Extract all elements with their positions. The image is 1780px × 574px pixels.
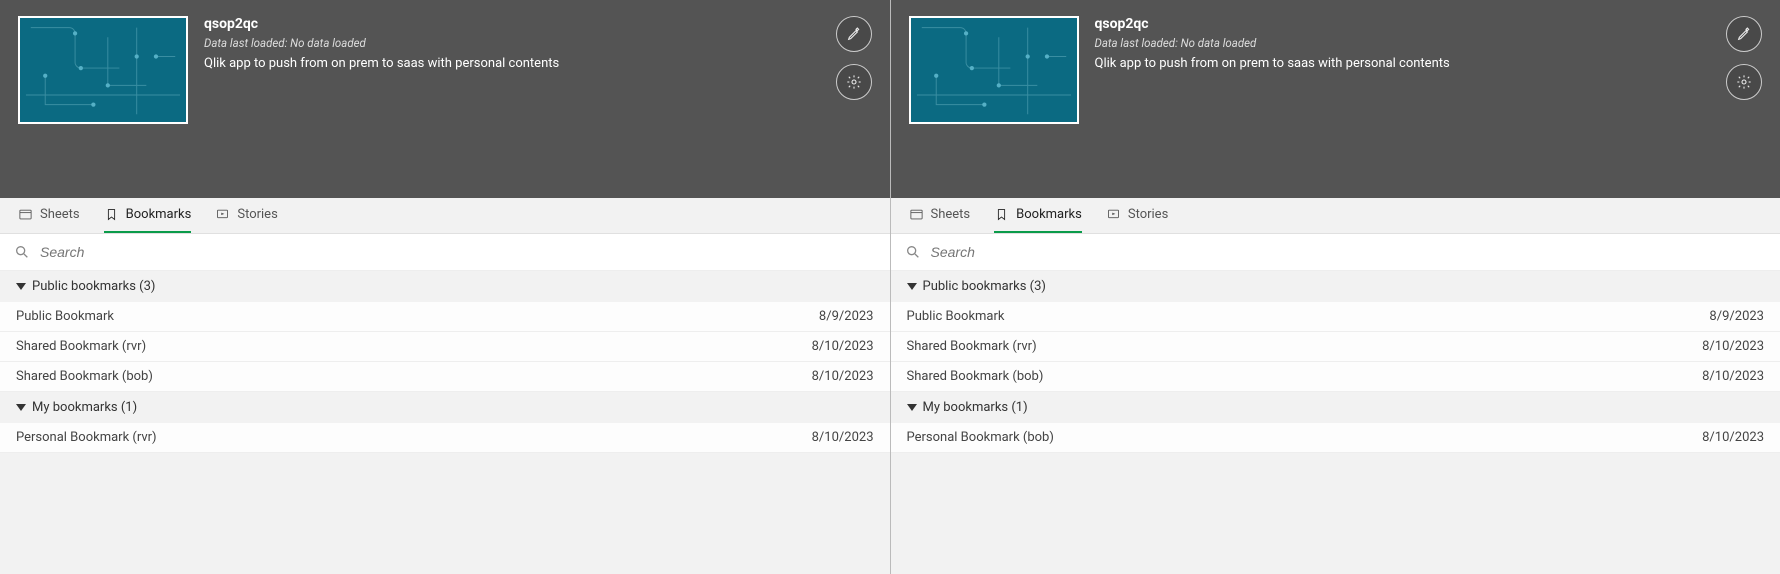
search-input[interactable] — [931, 244, 1767, 260]
bookmark-icon — [994, 207, 1009, 222]
bookmark-list: Public bookmarks (3) Public Bookmark 8/9… — [0, 271, 890, 574]
section-my-bookmarks[interactable]: My bookmarks (1) — [0, 392, 890, 423]
search-bar — [0, 234, 890, 271]
data-loaded-status: Data last loaded: No data loaded — [1095, 36, 1711, 50]
bookmark-date: 8/10/2023 — [812, 369, 874, 384]
bookmark-row[interactable]: Shared Bookmark (bob) 8/10/2023 — [891, 362, 1780, 392]
chevron-down-icon — [907, 283, 917, 290]
tab-label: Bookmarks — [126, 207, 192, 222]
pencil-icon — [1736, 26, 1752, 42]
tab-bookmarks[interactable]: Bookmarks — [104, 198, 192, 233]
bookmark-icon — [104, 207, 119, 222]
tab-stories[interactable]: Stories — [215, 198, 277, 233]
app-thumbnail — [909, 16, 1079, 124]
tab-bar: Sheets Bookmarks Stories — [0, 198, 890, 234]
header-actions — [1726, 16, 1762, 182]
search-icon — [14, 244, 30, 260]
app-meta: qsop2qc Data last loaded: No data loaded… — [204, 16, 820, 182]
bookmark-date: 8/10/2023 — [812, 430, 874, 445]
bookmark-date: 8/10/2023 — [1702, 369, 1764, 384]
stories-icon — [215, 207, 230, 222]
data-loaded-status: Data last loaded: No data loaded — [204, 36, 820, 50]
chevron-down-icon — [16, 404, 26, 411]
app-header: qsop2qc Data last loaded: No data loaded… — [891, 0, 1780, 198]
bookmark-name: Public Bookmark — [16, 309, 114, 324]
tab-label: Sheets — [40, 207, 80, 222]
tab-stories[interactable]: Stories — [1106, 198, 1168, 233]
bookmark-name: Personal Bookmark (bob) — [907, 430, 1054, 445]
app-title: qsop2qc — [204, 16, 820, 32]
bookmark-row[interactable]: Public Bookmark 8/9/2023 — [0, 302, 890, 332]
bookmark-list: Public bookmarks (3) Public Bookmark 8/9… — [891, 271, 1780, 574]
stories-icon — [1106, 207, 1121, 222]
tab-label: Bookmarks — [1016, 207, 1082, 222]
thumbnail-graphic — [911, 18, 1077, 122]
section-my-bookmarks[interactable]: My bookmarks (1) — [891, 392, 1780, 423]
app-title: qsop2qc — [1095, 16, 1711, 32]
bookmark-name: Public Bookmark — [907, 309, 1005, 324]
tab-label: Stories — [1128, 207, 1168, 222]
app-header: qsop2qc Data last loaded: No data loaded… — [0, 0, 890, 198]
section-public-bookmarks[interactable]: Public bookmarks (3) — [0, 271, 890, 302]
chevron-down-icon — [16, 283, 26, 290]
bookmark-row[interactable]: Personal Bookmark (rvr) 8/10/2023 — [0, 423, 890, 453]
bookmark-row[interactable]: Shared Bookmark (rvr) 8/10/2023 — [891, 332, 1780, 362]
app-description: Qlik app to push from on prem to saas wi… — [204, 56, 820, 71]
bookmark-date: 8/9/2023 — [819, 309, 874, 324]
panel-right: qsop2qc Data last loaded: No data loaded… — [890, 0, 1780, 574]
edit-button[interactable] — [1726, 16, 1762, 52]
bookmark-row[interactable]: Shared Bookmark (bob) 8/10/2023 — [0, 362, 890, 392]
bookmark-name: Shared Bookmark (rvr) — [16, 339, 146, 354]
app-description: Qlik app to push from on prem to saas wi… — [1095, 56, 1711, 71]
search-bar — [891, 234, 1780, 271]
bookmark-date: 8/9/2023 — [1709, 309, 1764, 324]
bookmark-name: Personal Bookmark (rvr) — [16, 430, 157, 445]
panel-left: qsop2qc Data last loaded: No data loaded… — [0, 0, 890, 574]
bookmark-name: Shared Bookmark (rvr) — [907, 339, 1037, 354]
section-label: My bookmarks (1) — [32, 400, 137, 415]
settings-button[interactable] — [1726, 64, 1762, 100]
header-actions — [836, 16, 872, 182]
thumbnail-graphic — [20, 18, 186, 122]
section-label: My bookmarks (1) — [923, 400, 1028, 415]
tab-sheets[interactable]: Sheets — [909, 198, 971, 233]
section-label: Public bookmarks (3) — [32, 279, 155, 294]
tab-label: Stories — [237, 207, 277, 222]
sheets-icon — [909, 207, 924, 222]
bookmark-date: 8/10/2023 — [812, 339, 874, 354]
bookmark-row[interactable]: Shared Bookmark (rvr) 8/10/2023 — [0, 332, 890, 362]
bookmark-date: 8/10/2023 — [1702, 339, 1764, 354]
tab-sheets[interactable]: Sheets — [18, 198, 80, 233]
bookmark-name: Shared Bookmark (bob) — [16, 369, 153, 384]
pencil-icon — [846, 26, 862, 42]
gear-icon — [846, 74, 862, 90]
sheets-icon — [18, 207, 33, 222]
bookmark-row[interactable]: Personal Bookmark (bob) 8/10/2023 — [891, 423, 1780, 453]
bookmark-row[interactable]: Public Bookmark 8/9/2023 — [891, 302, 1780, 332]
search-icon — [905, 244, 921, 260]
app-meta: qsop2qc Data last loaded: No data loaded… — [1095, 16, 1711, 182]
chevron-down-icon — [907, 404, 917, 411]
tab-bar: Sheets Bookmarks Stories — [891, 198, 1780, 234]
section-public-bookmarks[interactable]: Public bookmarks (3) — [891, 271, 1780, 302]
tab-label: Sheets — [931, 207, 971, 222]
bookmark-name: Shared Bookmark (bob) — [907, 369, 1044, 384]
bookmark-date: 8/10/2023 — [1702, 430, 1764, 445]
settings-button[interactable] — [836, 64, 872, 100]
search-input[interactable] — [40, 244, 876, 260]
edit-button[interactable] — [836, 16, 872, 52]
gear-icon — [1736, 74, 1752, 90]
section-label: Public bookmarks (3) — [923, 279, 1046, 294]
app-thumbnail — [18, 16, 188, 124]
tab-bookmarks[interactable]: Bookmarks — [994, 198, 1082, 233]
